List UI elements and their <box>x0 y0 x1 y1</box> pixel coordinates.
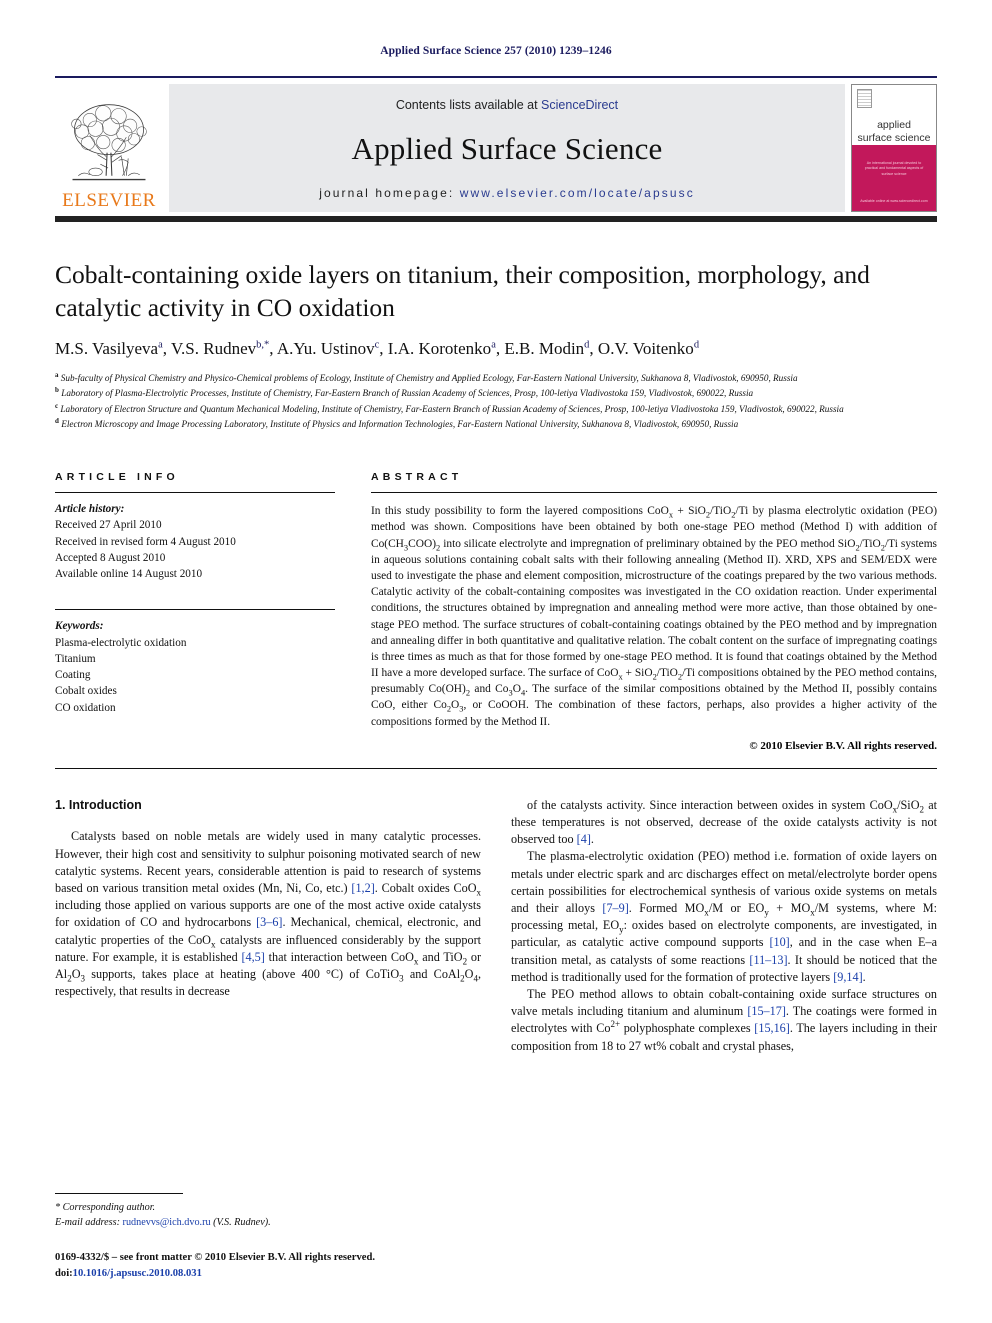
affiliation-text-a: Sub-faculty of Physical Chemistry and Ph… <box>60 373 798 384</box>
page-title: Cobalt-containing oxide layers on titani… <box>55 260 870 323</box>
corresponding-author-note: * Corresponding author. <box>55 1201 156 1213</box>
cover-publisher-icon <box>857 89 872 108</box>
body-column-left: 1. Introduction Catalysts based on noble… <box>55 797 481 1055</box>
history-accepted: Accepted 8 August 2010 <box>55 551 166 564</box>
keywords-block: Keywords: Plasma-electrolytic oxidation … <box>55 618 335 715</box>
history-online: Available online 14 August 2010 <box>55 568 203 581</box>
abstract-bottom-rule <box>55 767 937 769</box>
elsevier-tree-icon <box>61 97 157 193</box>
page-footnotes: * Corresponding author. E-mail address: … <box>55 1192 492 1281</box>
running-head: Applied Surface Science 257 (2010) 1239–… <box>380 45 612 57</box>
masthead-center: Contents lists available at ScienceDirec… <box>169 84 845 212</box>
email-note: E-mail address: rudnevvs@ich.dvo.ru (V.S… <box>55 1215 492 1230</box>
intro-paragraph-3: The PEO method allows to obtain cobalt-c… <box>511 987 937 1053</box>
abstract-rule <box>371 492 937 494</box>
keyword-item: Plasma-electrolytic oxidation <box>55 636 187 649</box>
abstract-column: ABSTRACT In this study possibility to fo… <box>371 471 937 752</box>
journal-title: Applied Surface Science <box>351 131 663 166</box>
section-heading-introduction: 1. Introduction <box>55 797 142 812</box>
affiliations: a Sub-faculty of Physical Chemistry and … <box>55 371 937 431</box>
article-page: Applied Surface Science 257 (2010) 1239–… <box>0 0 992 1323</box>
abstract-copyright: © 2010 Elsevier B.V. All rights reserved… <box>749 739 937 752</box>
keyword-item: Cobalt oxides <box>55 685 117 698</box>
email-label: E-mail address: <box>55 1216 123 1228</box>
affiliation-text-c: Laboratory of Electron Structure and Qua… <box>60 403 844 414</box>
body-column-right: of the catalysts activity. Since interac… <box>511 797 937 1055</box>
history-revised: Received in revised form 4 August 2010 <box>55 535 236 548</box>
author-list: M.S. Vasilyevaa, V.S. Rudnevb,*, A.Yu. U… <box>55 339 700 359</box>
keywords-rule <box>55 609 335 611</box>
elsevier-logo: ELSEVIER <box>55 84 163 212</box>
intro-paragraph-1: Catalysts based on noble metals are wide… <box>55 829 482 999</box>
keywords-label: Keywords: <box>55 620 104 633</box>
abstract-text: In this study possibility to form the la… <box>371 505 937 728</box>
affiliation-a: a Sub-faculty of Physical Chemistry and … <box>55 371 937 385</box>
cover-line-2: surface science <box>857 132 931 145</box>
affiliation-b: b Laboratory of Plasma-Electrolytic Proc… <box>55 386 937 400</box>
intro-paragraph-2: The plasma-electrolytic oxidation (PEO) … <box>511 849 938 984</box>
cover-top <box>852 85 936 113</box>
cover-footer: Available online at www.sciencedirect.co… <box>860 199 928 203</box>
intro-paragraph-1-cont: of the catalysts activity. Since interac… <box>511 797 937 847</box>
article-info-column: ARTICLE INFO Article history: Received 2… <box>55 471 335 752</box>
keyword-item: Coating <box>55 669 91 682</box>
cover-journal-name: applied surface science <box>852 119 936 145</box>
affiliation-text-d: Electron Microscopy and Image Processing… <box>61 418 739 429</box>
journal-homepage-link[interactable]: www.elsevier.com/locate/apsusc <box>460 186 695 200</box>
affiliation-d: d Electron Microscopy and Image Processi… <box>55 417 937 431</box>
doi-label: doi: <box>55 1267 73 1279</box>
contents-list-line: Contents lists available at ScienceDirec… <box>396 98 618 112</box>
article-history: Article history: Received 27 April 2010 … <box>55 501 335 582</box>
abstract-heading: ABSTRACT <box>371 471 463 484</box>
affiliation-text-b: Laboratory of Plasma-Electrolytic Proces… <box>61 388 754 399</box>
journal-homepage-line: journal homepage: www.elsevier.com/locat… <box>319 186 695 200</box>
email-suffix: (V.S. Rudnev). <box>210 1216 271 1228</box>
affiliation-mark-c: c <box>55 401 59 410</box>
front-matter-block: 0169-4332/$ – see front matter © 2010 El… <box>55 1250 492 1281</box>
email-link[interactable]: rudnevvs@ich.dvo.ru <box>123 1217 211 1228</box>
affiliation-mark-a: a <box>55 371 59 380</box>
contents-prefix: Contents lists available at <box>395 98 542 112</box>
affiliation-mark-b: b <box>55 386 59 395</box>
doi-line: doi:10.1016/j.apsusc.2010.08.031 <box>55 1266 492 1281</box>
history-received: Received 27 April 2010 <box>55 519 162 532</box>
keyword-item: Titanium <box>55 652 96 665</box>
info-abstract-block: ARTICLE INFO Article history: Received 2… <box>55 471 937 752</box>
article-info-heading: ARTICLE INFO <box>55 471 179 484</box>
homepage-prefix: journal homepage: <box>319 186 460 200</box>
elsevier-wordmark: ELSEVIER <box>62 190 156 211</box>
keyword-item: CO oxidation <box>55 701 116 714</box>
sciencedirect-link[interactable]: ScienceDirect <box>541 98 618 112</box>
affiliation-mark-d: d <box>55 416 59 425</box>
cover-subtitle: An international journal devoted to prac… <box>864 161 924 176</box>
doi-link[interactable]: 10.1016/j.apsusc.2010.08.031 <box>73 1268 202 1279</box>
front-matter-line: 0169-4332/$ – see front matter © 2010 El… <box>55 1252 375 1264</box>
article-body: 1. Introduction Catalysts based on noble… <box>55 797 937 1055</box>
affiliation-c: c Laboratory of Electron Structure and Q… <box>55 402 937 416</box>
article-history-label: Article history: <box>55 503 125 516</box>
cover-line-1: applied <box>877 119 911 131</box>
article-info-rule <box>55 492 335 494</box>
journal-cover-thumbnail: applied surface science An international… <box>851 84 937 212</box>
footnote-rule <box>55 1192 183 1194</box>
journal-masthead: ELSEVIER Contents lists available at Sci… <box>55 76 937 212</box>
masthead-divider <box>55 216 937 222</box>
